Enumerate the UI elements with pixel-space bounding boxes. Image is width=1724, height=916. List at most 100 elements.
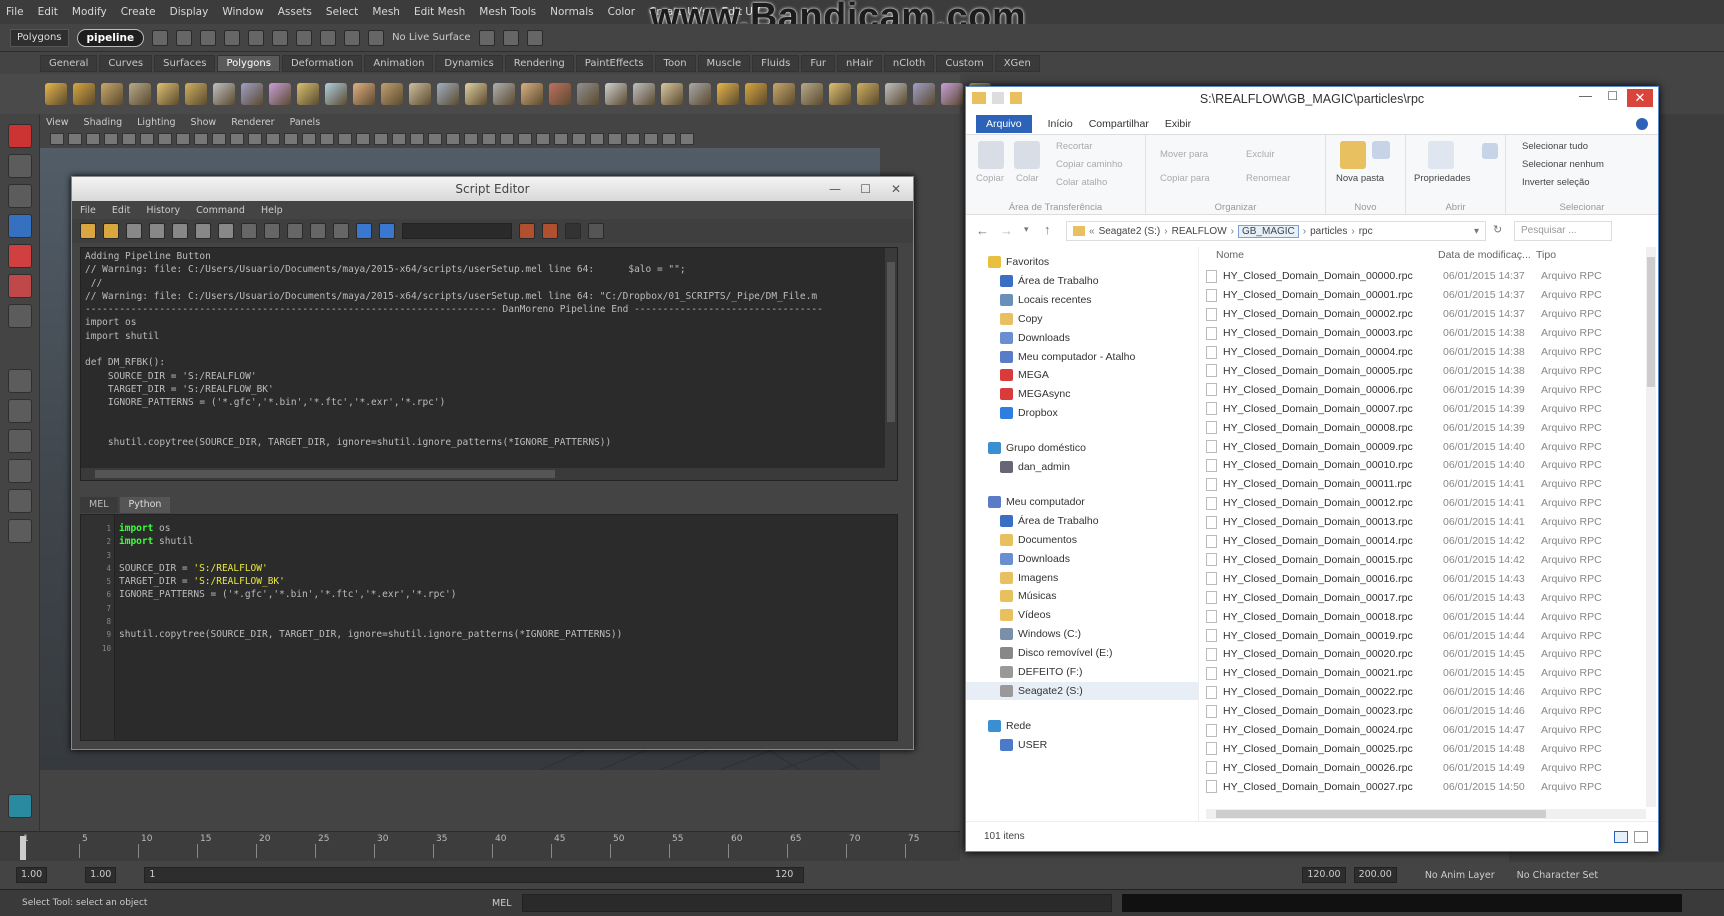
shelf-tool-icon[interactable]	[269, 83, 291, 105]
copy-icon[interactable]	[978, 141, 1004, 169]
shelf-tool-icon[interactable]	[549, 83, 571, 105]
end-time-field[interactable]: 200.00	[1353, 867, 1397, 883]
panel-menu-lighting[interactable]: Lighting	[137, 117, 175, 128]
select-none-button[interactable]: Selecionar nenhum	[1522, 159, 1604, 170]
menu-mesh-tools[interactable]: Mesh Tools	[479, 6, 536, 18]
chevron-right-icon[interactable]: ›	[1231, 226, 1234, 237]
panel-tool-icon[interactable]	[410, 133, 424, 145]
new-folder-button[interactable]: Nova pasta	[1336, 173, 1384, 184]
shelf-tool-icon[interactable]	[493, 83, 515, 105]
breadcrumb-seagate2[interactable]: Seagate2 (S:)	[1099, 226, 1161, 237]
close-icon[interactable]: ✕	[1627, 89, 1653, 107]
details-view-icon[interactable]	[1614, 831, 1628, 843]
select-object-icon[interactable]	[248, 29, 265, 46]
live-surface-label[interactable]: No Live Surface	[392, 32, 470, 43]
nav-comp-item[interactable]: Disco removível (E:)	[966, 644, 1198, 662]
panel-tool-icon[interactable]	[644, 133, 658, 145]
current-frame-marker[interactable]	[20, 836, 26, 860]
chevron-right-icon[interactable]: ›	[1351, 226, 1354, 237]
save-scene-icon[interactable]	[200, 29, 217, 46]
shelf-tab-deformation[interactable]: Deformation	[281, 54, 363, 72]
panel-tool-icon[interactable]	[662, 133, 676, 145]
shelf-tool-icon[interactable]	[381, 83, 403, 105]
nav-fav-item[interactable]: Downloads	[966, 329, 1198, 347]
shelf-tool-icon[interactable]	[101, 83, 123, 105]
output-vscrollbar[interactable]	[885, 248, 897, 480]
shelf-tab-rendering[interactable]: Rendering	[504, 54, 574, 72]
clear-input-icon[interactable]	[195, 223, 211, 239]
copy-button[interactable]: Copiar	[976, 173, 1004, 184]
file-row[interactable]: HY_Closed_Domain_Domain_00016.rpc 06/01/2…	[1206, 569, 1646, 588]
nav-rede[interactable]: Rede	[966, 717, 1198, 735]
file-row[interactable]: HY_Closed_Domain_Domain_00007.rpc 06/01/2…	[1206, 399, 1646, 418]
se-menu-edit[interactable]: Edit	[112, 205, 130, 216]
file-row[interactable]: HY_Closed_Domain_Domain_00004.rpc 06/01/2…	[1206, 343, 1646, 362]
panel-tool-icon[interactable]	[482, 133, 496, 145]
shelf-tool-icon[interactable]	[437, 83, 459, 105]
forward-arrow-icon[interactable]: →	[1000, 223, 1013, 238]
close-icon[interactable]: ✕	[891, 177, 901, 201]
layout-persp-outliner-icon[interactable]	[8, 459, 32, 483]
file-row[interactable]: HY_Closed_Domain_Domain_00022.rpc 06/01/2…	[1206, 683, 1646, 702]
nav-comp-item[interactable]: Seagate2 (S:)	[966, 681, 1198, 700]
nav-fav-item[interactable]: Dropbox	[966, 404, 1198, 422]
nav-comp-item[interactable]: Downloads	[966, 550, 1198, 568]
back-arrow-icon[interactable]: ←	[976, 223, 989, 238]
minimize-icon[interactable]: —	[829, 177, 841, 201]
breadcrumb-gb-magic[interactable]: GB_MAGIC	[1237, 224, 1299, 238]
file-row[interactable]: HY_Closed_Domain_Domain_00001.rpc 06/01/2…	[1206, 286, 1646, 305]
maximize-icon[interactable]: ☐	[860, 177, 871, 201]
open-scene-icon[interactable]	[176, 29, 193, 46]
se-menu-history[interactable]: History	[146, 205, 180, 216]
panel-tool-icon[interactable]	[572, 133, 586, 145]
shelf-tool-icon[interactable]	[913, 83, 935, 105]
anim-layer-dropdown[interactable]: No Anim Layer	[1425, 870, 1495, 881]
snap-grid-icon[interactable]	[296, 29, 313, 46]
panel-tool-icon[interactable]	[356, 133, 370, 145]
file-row[interactable]: HY_Closed_Domain_Domain_00020.rpc 06/01/2…	[1206, 645, 1646, 664]
select-hierarchy-icon[interactable]	[224, 29, 241, 46]
panel-tool-icon[interactable]	[212, 133, 226, 145]
file-row[interactable]: HY_Closed_Domain_Domain_00000.rpc 06/01/2…	[1206, 267, 1646, 286]
move-tool-icon[interactable]	[8, 214, 32, 238]
new-item-icon[interactable]	[1372, 141, 1390, 159]
move-to-button[interactable]: Mover para	[1160, 149, 1208, 160]
panel-tool-icon[interactable]	[68, 133, 82, 145]
panel-tool-icon[interactable]	[320, 133, 334, 145]
large-icons-view-icon[interactable]	[1634, 831, 1648, 843]
nav-grupo-item[interactable]: dan_admin	[966, 458, 1198, 476]
menu-modify[interactable]: Modify	[72, 6, 107, 18]
nav-comp-item[interactable]: Imagens	[966, 569, 1198, 587]
shelf-tool-icon[interactable]	[857, 83, 879, 105]
select-tool-icon[interactable]	[8, 124, 32, 148]
toggle-output-icon[interactable]	[565, 223, 581, 239]
nav-fav-item[interactable]: Meu computador - Atalho	[966, 348, 1198, 366]
rename-button[interactable]: Renomear	[1246, 173, 1290, 184]
panel-tool-icon[interactable]	[284, 133, 298, 145]
file-row[interactable]: HY_Closed_Domain_Domain_00017.rpc 06/01/2…	[1206, 588, 1646, 607]
shelf-tab-curves[interactable]: Curves	[99, 54, 153, 72]
snap-point-icon[interactable]	[344, 29, 361, 46]
execute-all-icon[interactable]	[356, 223, 372, 239]
save-to-shelf-icon[interactable]	[149, 223, 165, 239]
maximize-icon[interactable]: ☐	[1607, 89, 1618, 103]
select-component-icon[interactable]	[272, 29, 289, 46]
file-list-hscrollbar[interactable]	[1206, 809, 1646, 819]
render-icon[interactable]	[502, 29, 519, 46]
output-hscrollbar[interactable]	[81, 468, 897, 480]
file-row[interactable]: HY_Closed_Domain_Domain_00011.rpc 06/01/2…	[1206, 475, 1646, 494]
panel-tool-icon[interactable]	[50, 133, 64, 145]
shelf-tool-icon[interactable]	[577, 83, 599, 105]
panel-tool-icon[interactable]	[608, 133, 622, 145]
panel-tool-icon[interactable]	[302, 133, 316, 145]
panel-tool-icon[interactable]	[680, 133, 694, 145]
tab-exibir[interactable]: Exibir	[1165, 118, 1191, 130]
panel-menu-shading[interactable]: Shading	[84, 117, 123, 128]
menu-edit[interactable]: Edit	[38, 6, 58, 18]
rotate-tool-icon[interactable]	[8, 244, 32, 268]
shelf-tool-icon[interactable]	[297, 83, 319, 105]
paint-select-icon[interactable]	[8, 184, 32, 208]
shelf-tool-icon[interactable]	[633, 83, 655, 105]
render-view-icon[interactable]	[478, 29, 495, 46]
col-name[interactable]: Nome	[1216, 249, 1244, 261]
